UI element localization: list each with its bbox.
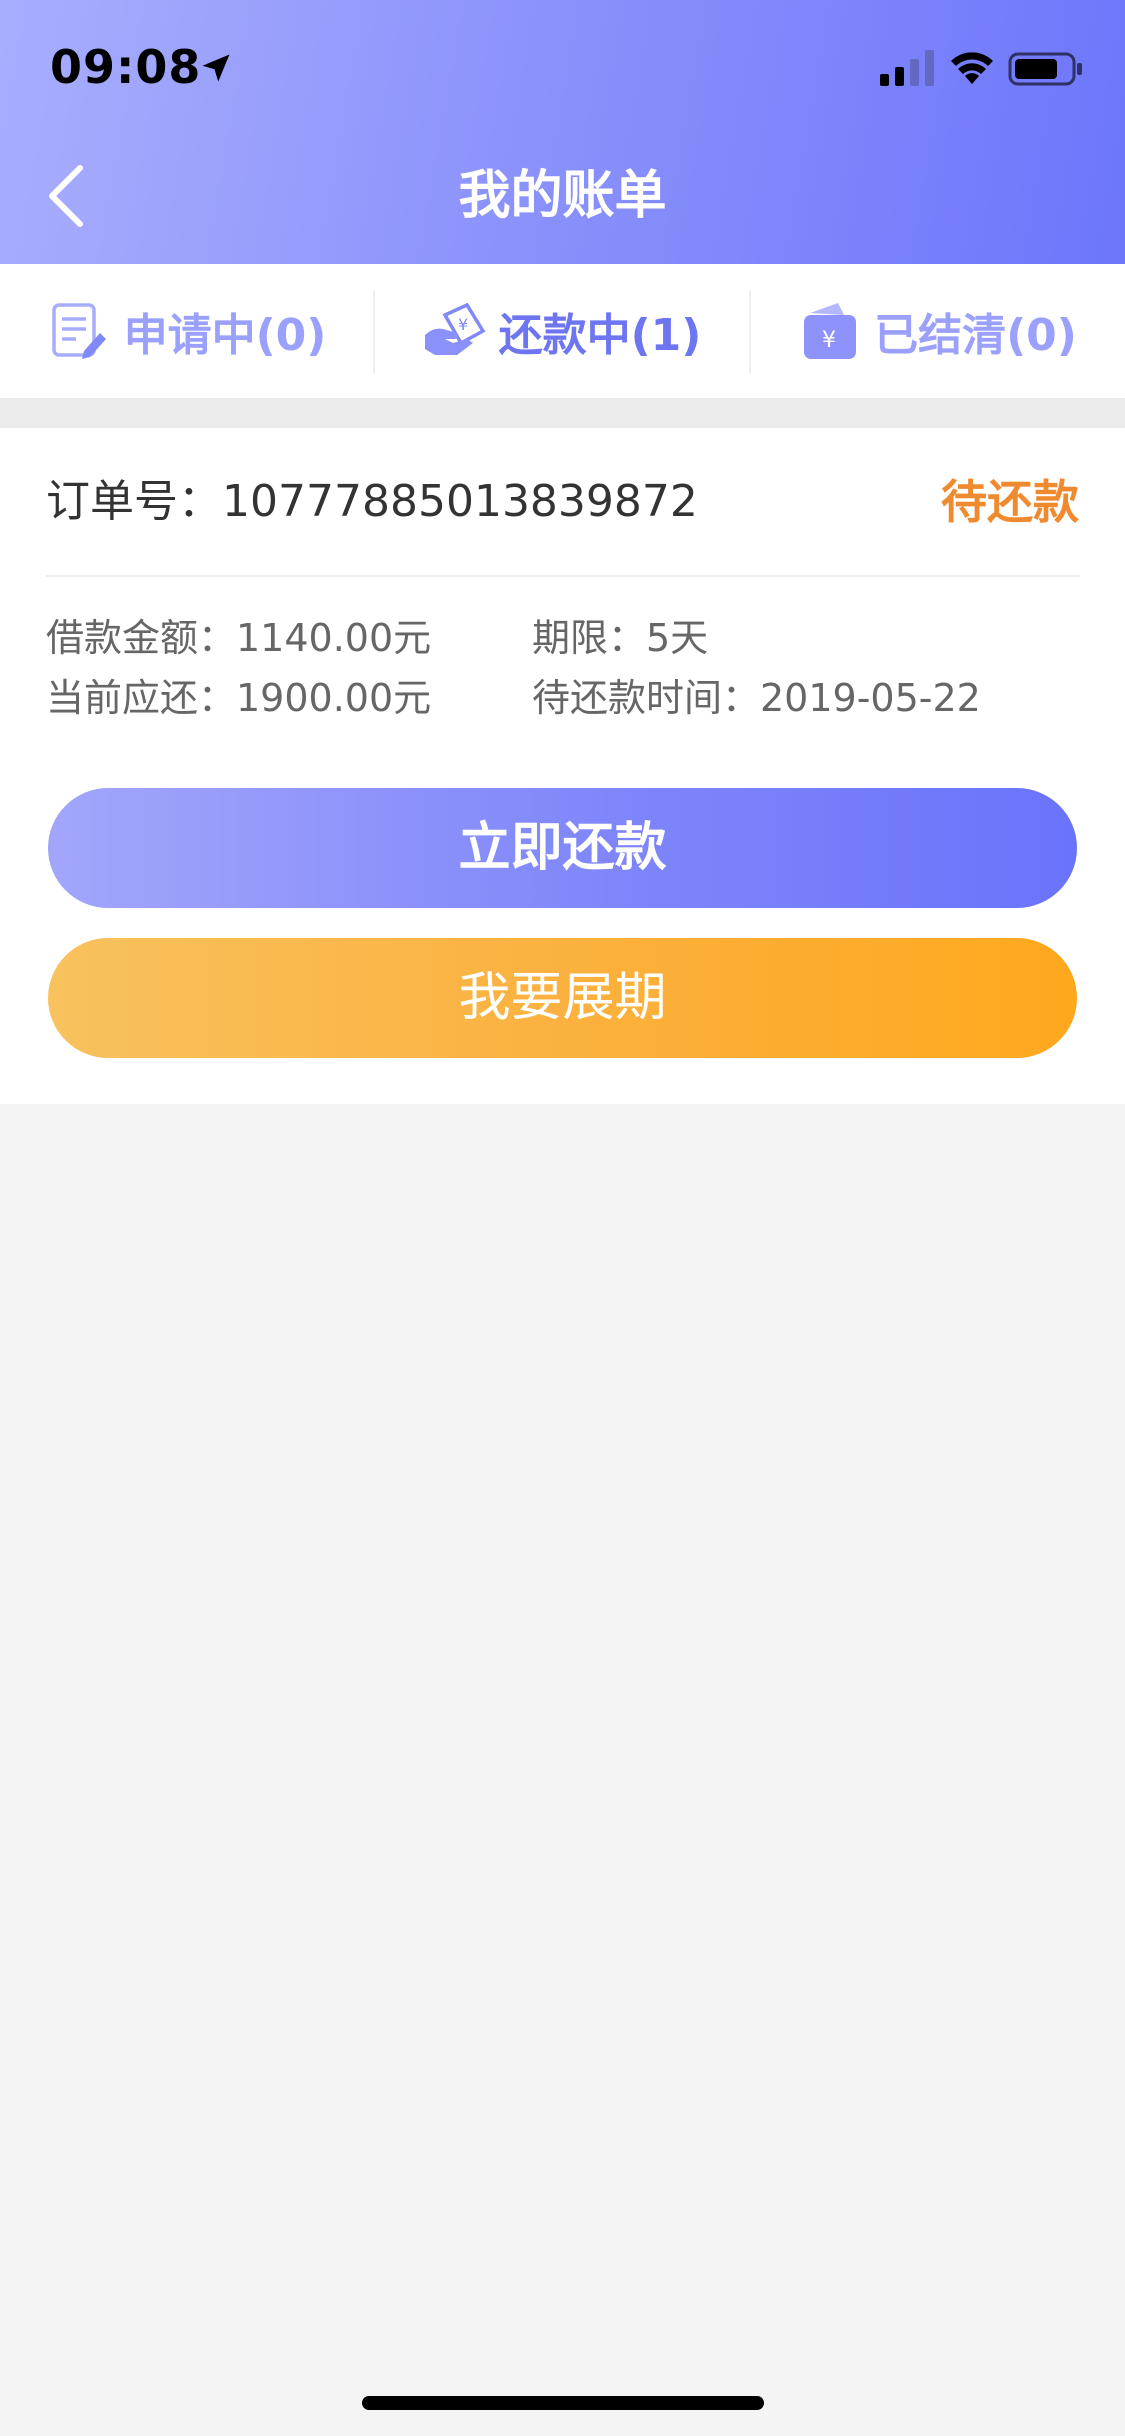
svg-text:¥: ¥ (458, 315, 468, 334)
divider (46, 575, 1080, 577)
tab-repaying[interactable]: ¥ 还款中(1) (374, 264, 750, 398)
home-indicator[interactable] (362, 2396, 764, 2410)
loan-term: 期限：5天 (532, 616, 709, 660)
tab-settled[interactable]: ¥ 已结清(0) (750, 264, 1125, 398)
order-number: 订单号：10777885013839872 (46, 476, 698, 527)
bill-status-tabs: 申请中(0) ¥ 还款中(1) ¥ 已结清(0) (0, 264, 1125, 398)
battery-icon (1008, 52, 1082, 86)
tab-settled-label: 已结清(0) (874, 310, 1077, 361)
tab-applying-label: 申请中(0) (123, 310, 327, 361)
location-arrow-icon (202, 54, 230, 82)
header-bar: 09:08 我的账单 (0, 0, 1125, 264)
signal-icon (880, 50, 934, 86)
order-status-badge: 待还款 (941, 475, 1079, 529)
tab-repaying-label: 还款中(1) (498, 310, 702, 361)
status-bar: 09:08 (0, 0, 1125, 135)
status-time: 09:08 (50, 40, 202, 94)
application-form-icon (51, 303, 106, 359)
order-card: 订单号：10777885013839872 待还款 借款金额：1140.00元 … (0, 428, 1125, 1104)
tab-applying[interactable]: 申请中(0) (0, 264, 374, 398)
current-due-amount: 当前应还：1900.00元 (46, 676, 432, 720)
wifi-icon (951, 52, 993, 84)
loan-amount: 借款金额：1140.00元 (46, 616, 432, 660)
wallet-yen-icon: ¥ (804, 303, 857, 359)
svg-text:¥: ¥ (822, 328, 836, 353)
repay-now-button[interactable]: 立即还款 (48, 788, 1077, 908)
extend-loan-button[interactable]: 我要展期 (48, 938, 1077, 1058)
repayment-hands-icon: ¥ (424, 302, 486, 355)
section-separator (0, 398, 1125, 428)
page-title: 我的账单 (458, 166, 667, 226)
due-date: 待还款时间：2019-05-22 (532, 676, 981, 720)
